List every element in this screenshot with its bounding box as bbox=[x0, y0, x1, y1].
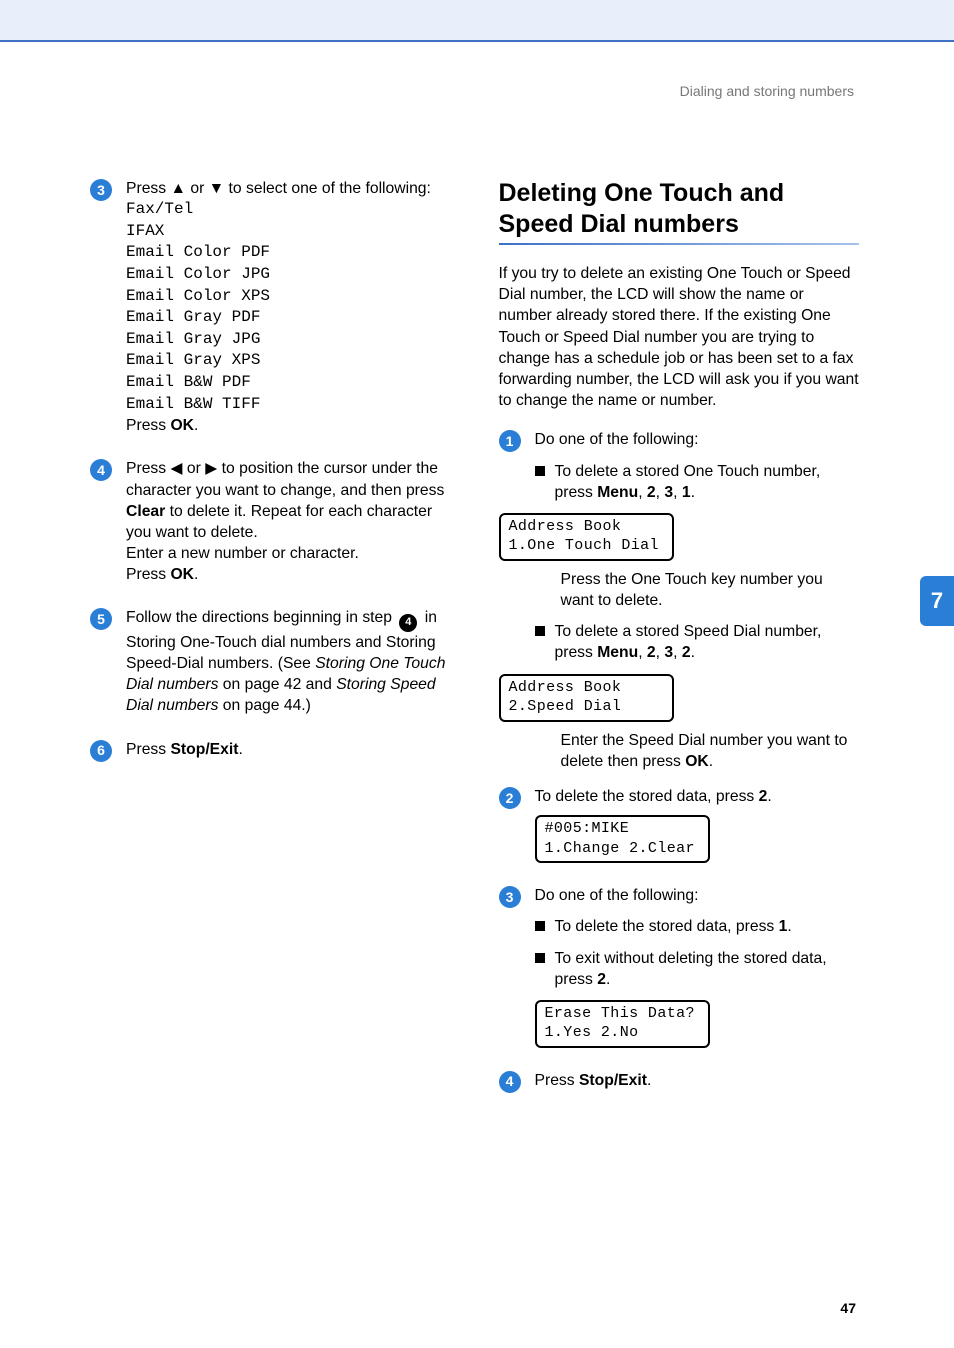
step5-text: Follow the directions beginning in step … bbox=[126, 607, 451, 716]
step-number-icon: 4 bbox=[90, 459, 112, 481]
inline-step-icon: 4 bbox=[399, 614, 417, 632]
bullet-delete-press-1: To delete the stored data, press 1. bbox=[535, 916, 860, 937]
bullet-icon bbox=[535, 466, 545, 476]
right-arrow-icon: ▶ bbox=[205, 460, 217, 477]
one-touch-instruction: Press the One Touch key number you want … bbox=[535, 569, 860, 611]
step3-intro: Press ▲ or ▼ to select one of the follow… bbox=[126, 178, 451, 199]
bullet-icon bbox=[535, 921, 545, 931]
lcd-display-erase: Erase This Data? 1.Yes 2.No bbox=[535, 1000, 710, 1048]
step4-line3: Press OK. bbox=[126, 564, 451, 585]
step-number-icon: 4 bbox=[499, 1071, 521, 1093]
section-title: Dialing and storing numbers bbox=[680, 82, 854, 101]
step-number-icon: 6 bbox=[90, 740, 112, 762]
step-6: 6 Press Stop/Exit. bbox=[90, 739, 451, 762]
step-number-icon: 1 bbox=[499, 430, 521, 452]
step-5: 5 Follow the directions beginning in ste… bbox=[90, 607, 451, 716]
right-step-1: 1 Do one of the following: To delete a s… bbox=[499, 429, 860, 772]
step3-press-ok: Press OK. bbox=[126, 415, 451, 436]
side-tab-chapter: 7 bbox=[920, 576, 954, 626]
bullet-exit-press-2: To exit without deleting the stored data… bbox=[535, 948, 860, 990]
option-fax-tel: Fax/Tel bbox=[126, 199, 451, 221]
step3r-intro: Do one of the following: bbox=[535, 885, 860, 906]
lcd-display-change-clear: #005:MIKE 1.Change 2.Clear bbox=[535, 815, 710, 863]
heading-underline bbox=[499, 243, 860, 245]
option-ifax: IFAX bbox=[126, 221, 451, 243]
step-number-icon: 3 bbox=[499, 886, 521, 908]
up-arrow-icon: ▲ bbox=[170, 180, 186, 197]
option-color-pdf: Email Color PDF bbox=[126, 242, 451, 264]
step4r-text: Press Stop/Exit. bbox=[535, 1070, 860, 1091]
step1-intro: Do one of the following: bbox=[535, 429, 860, 450]
page-number: 47 bbox=[840, 1299, 856, 1318]
intro-paragraph: If you try to delete an existing One Tou… bbox=[499, 263, 860, 411]
top-banner bbox=[0, 0, 954, 42]
step4-text: Press ◀ or ▶ to position the cursor unde… bbox=[126, 458, 451, 543]
step-number-icon: 5 bbox=[90, 608, 112, 630]
step-number-icon: 2 bbox=[499, 787, 521, 809]
option-bw-pdf: Email B&W PDF bbox=[126, 372, 451, 394]
step-number-icon: 3 bbox=[90, 179, 112, 201]
option-color-jpg: Email Color JPG bbox=[126, 264, 451, 286]
bullet-delete-speed-dial: To delete a stored Speed Dial number, pr… bbox=[535, 621, 860, 663]
lcd-display-one-touch: Address Book 1.One Touch Dial bbox=[499, 513, 674, 561]
bullet-delete-one-touch: To delete a stored One Touch number, pre… bbox=[535, 461, 860, 503]
heading-deleting-numbers: Deleting One Touch and Speed Dial number… bbox=[499, 178, 860, 239]
right-step-3: 3 Do one of the following: To delete the… bbox=[499, 885, 860, 1056]
step4-line2: Enter a new number or character. bbox=[126, 543, 451, 564]
lcd-display-speed-dial: Address Book 2.Speed Dial bbox=[499, 674, 674, 722]
option-bw-tiff: Email B&W TIFF bbox=[126, 394, 451, 416]
right-step-4: 4 Press Stop/Exit. bbox=[499, 1070, 860, 1093]
step6-text: Press Stop/Exit. bbox=[126, 739, 451, 760]
option-gray-pdf: Email Gray PDF bbox=[126, 307, 451, 329]
step2-text: To delete the stored data, press 2. bbox=[535, 786, 860, 807]
option-gray-jpg: Email Gray JPG bbox=[126, 329, 451, 351]
step-4: 4 Press ◀ or ▶ to position the cursor un… bbox=[90, 458, 451, 585]
right-step-2: 2 To delete the stored data, press 2. #0… bbox=[499, 786, 860, 871]
bullet-icon bbox=[535, 626, 545, 636]
bullet-icon bbox=[535, 953, 545, 963]
option-color-xps: Email Color XPS bbox=[126, 286, 451, 308]
step-3: 3 Press ▲ or ▼ to select one of the foll… bbox=[90, 178, 451, 436]
down-arrow-icon: ▼ bbox=[209, 180, 225, 197]
left-arrow-icon: ◀ bbox=[170, 460, 182, 477]
option-gray-xps: Email Gray XPS bbox=[126, 350, 451, 372]
speed-dial-instruction: Enter the Speed Dial number you want to … bbox=[535, 730, 860, 772]
